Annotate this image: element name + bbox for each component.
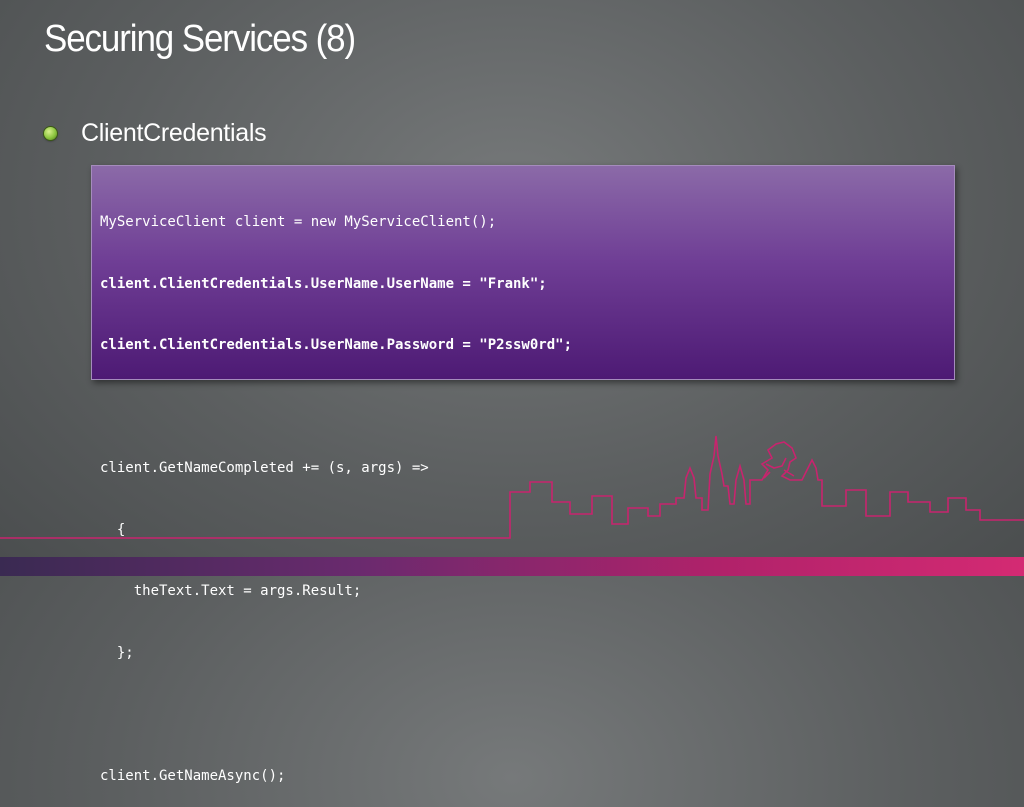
code-line: client.ClientCredentials.UserName.UserNa… (100, 275, 547, 292)
bullet-item: ClientCredentials (44, 119, 267, 148)
slide-title: Securing Services (8) (44, 18, 356, 60)
code-line: }; (100, 644, 134, 661)
bullet-dot-icon (44, 127, 57, 140)
city-skyline-icon (0, 435, 1024, 539)
bullet-text: ClientCredentials (81, 119, 267, 147)
code-block: MyServiceClient client = new MyServiceCl… (91, 165, 955, 784)
code-line: client.GetNameAsync(); (100, 767, 286, 784)
code-line: client.ClientCredentials.UserName.Passwo… (100, 337, 573, 353)
code-line: theText.Text = args.Result; (100, 583, 362, 599)
footer-band (0, 557, 1024, 576)
code-line: MyServiceClient client = new MyServiceCl… (100, 214, 497, 230)
